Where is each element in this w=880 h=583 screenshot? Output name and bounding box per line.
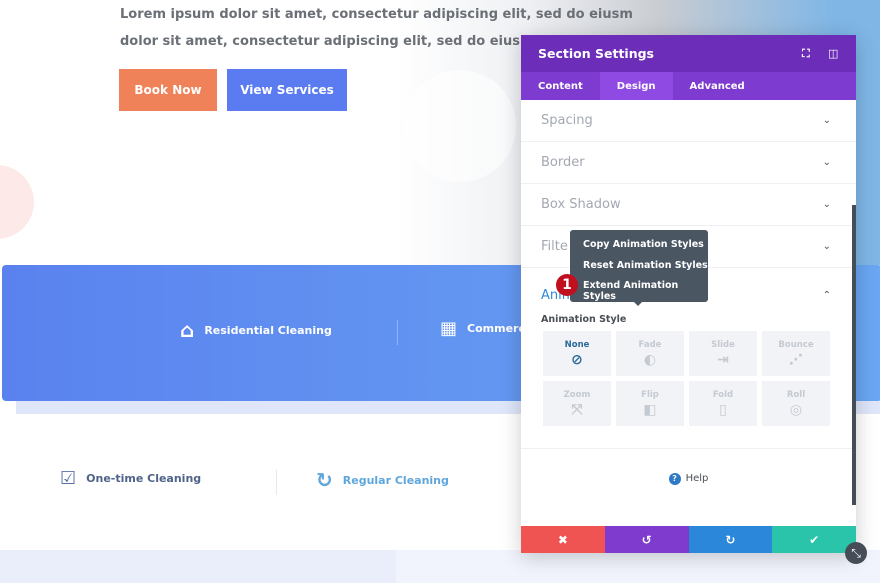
animation-style-fold[interactable]: Fold ▯ (689, 381, 757, 426)
service-commercial[interactable]: ▦ Commerc (440, 318, 525, 339)
menu-item-extend[interactable]: Extend Animation Styles (570, 280, 708, 302)
context-menu: Copy Animation Styles Reset Animation St… (570, 230, 708, 302)
chevron-down-icon: ⌄ (822, 241, 831, 252)
roll-icon: ◎ (789, 401, 803, 418)
undo-button[interactable]: ↺ (604, 526, 689, 553)
decorative-circle (404, 70, 516, 182)
view-services-button[interactable]: View Services (227, 69, 347, 111)
service-residential[interactable]: ⌂ Residential Cleaning (180, 318, 332, 342)
panel-tabs: Content Design Advanced (521, 72, 856, 100)
animation-style-fade[interactable]: Fade ◐ (616, 331, 684, 376)
type-one-time[interactable]: ☑ One-time Cleaning (60, 468, 201, 489)
help-icon: ? (668, 472, 681, 485)
checkbox-icon: ☑ (60, 468, 77, 489)
zoom-icon: ⤧ (571, 401, 583, 418)
animation-style-label: Animation Style (541, 314, 627, 325)
animation-style-none[interactable]: None ⊘ (543, 331, 611, 376)
flip-icon: ◧ (643, 401, 657, 418)
menu-item-reset[interactable]: Reset Animation Styles (570, 260, 708, 281)
section-spacing[interactable]: Spacing ⌄ (521, 100, 856, 142)
animation-style-flip[interactable]: Flip ◧ (616, 381, 684, 426)
refresh-icon: ↻ (316, 468, 333, 492)
divider (397, 320, 398, 345)
animation-style-roll[interactable]: Roll ◎ (762, 381, 830, 426)
menu-arrow (633, 301, 643, 306)
none-icon: ⊘ (571, 351, 583, 368)
section-box-shadow[interactable]: Box Shadow ⌄ (521, 184, 856, 226)
book-now-button[interactable]: Book Now (119, 69, 217, 111)
animation-style-zoom[interactable]: Zoom ⤧ (543, 381, 611, 426)
house-icon: ⌂ (180, 318, 195, 342)
bottom-section (0, 550, 396, 583)
tab-advanced[interactable]: Advanced (673, 72, 762, 100)
building-icon: ▦ (440, 318, 458, 339)
hero-text: Lorem ipsum dolor sit amet, consectetur … (120, 7, 633, 22)
tab-content[interactable]: Content (521, 72, 600, 100)
save-button[interactable]: ✔ (772, 526, 856, 553)
chevron-down-icon: ⌄ (822, 115, 831, 126)
tab-design[interactable]: Design (599, 72, 673, 100)
sidebar-toggle-icon[interactable]: ◫ (828, 47, 838, 60)
step-badge: 1 (556, 274, 578, 296)
fullscreen-icon[interactable]: ⛶ (802, 47, 810, 61)
hero-text: dolor sit amet, consectetur adipiscing e… (120, 34, 534, 49)
type-regular[interactable]: ↻ Regular Cleaning (316, 468, 449, 492)
animation-style-slide[interactable]: Slide ⇥ (689, 331, 757, 376)
animation-style-grid: None ⊘ Fade ◐ Slide ⇥ Bounce ⋰ Zoom ⤧ Flip ◧ Fold ▯ Ro… (521, 331, 856, 426)
scrollbar[interactable] (852, 205, 856, 505)
chevron-down-icon: ⌄ (822, 157, 831, 168)
fold-icon: ▯ (719, 401, 727, 418)
resize-icon[interactable]: ⤡ (845, 542, 867, 564)
panel-header: Section Settings ⛶ ◫ (521, 35, 856, 72)
panel-title: Section Settings (538, 46, 654, 61)
animation-style-bounce[interactable]: Bounce ⋰ (762, 331, 830, 376)
discard-button[interactable]: ✖ (521, 526, 605, 553)
slide-icon: ⇥ (717, 351, 729, 368)
redo-button[interactable]: ↻ (688, 526, 773, 553)
chevron-up-icon: ⌃ (822, 289, 831, 301)
fade-icon: ◐ (643, 351, 657, 368)
bounce-icon: ⋰ (789, 351, 803, 368)
chevron-down-icon: ⌄ (822, 199, 831, 210)
help-link[interactable]: ? Help (521, 448, 856, 508)
panel-footer: ✖ ↺ ↻ ✔ (521, 526, 856, 553)
menu-item-copy[interactable]: Copy Animation Styles (570, 239, 708, 260)
divider (276, 470, 277, 495)
section-border[interactable]: Border ⌄ (521, 142, 856, 184)
